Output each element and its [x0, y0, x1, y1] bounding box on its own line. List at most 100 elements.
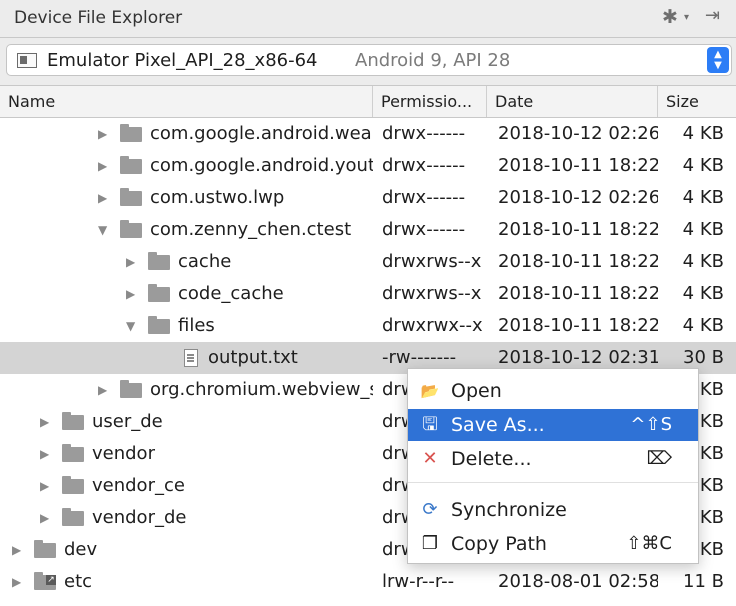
name-cell: ▶ ↗ etc [0, 566, 373, 598]
size-cell: 11 B [683, 571, 724, 592]
folder-icon [148, 252, 170, 270]
file-name: vendor_ce [92, 475, 185, 496]
size-cell: 4 KB [682, 187, 724, 208]
name-cell: ▶ dev [0, 534, 373, 566]
name-cell: ▶ com.ustwo.lwp [0, 182, 373, 214]
menu-item-synchronize[interactable]: ⟳ Synchronize [408, 494, 698, 526]
table-row[interactable]: ▶ cache drwxrws--x 2018-10-11 18:22 4 KB [0, 246, 736, 278]
permissions-cell: drwxrws--x [382, 251, 482, 272]
permissions-cell: drwx------ [382, 123, 466, 144]
device-selector-bar: Emulator Pixel_API_28_x86-64 Android 9, … [0, 38, 736, 86]
table-row[interactable]: ▼ com.zenny_chen.ctest drwx------ 2018-10-1… [0, 214, 736, 246]
name-cell: output.txt [0, 342, 373, 374]
folder-icon [120, 124, 142, 142]
dropdown-spinner-icon[interactable]: ▲ ▼ [707, 47, 729, 73]
menu-item-label: Delete... [451, 448, 532, 470]
collapsed-arrow-icon[interactable]: ▶ [126, 278, 140, 310]
collapsed-arrow-icon[interactable]: ▶ [12, 566, 26, 598]
name-cell: ▶ code_cache [0, 278, 373, 310]
file-icon [184, 349, 198, 367]
collapsed-arrow-icon[interactable]: ▶ [12, 534, 26, 566]
size-cell: 4 KB [682, 251, 724, 272]
date-cell: 2018-10-12 02:26 [498, 187, 658, 208]
file-name: code_cache [178, 283, 284, 304]
collapsed-arrow-icon[interactable]: ▶ [40, 438, 54, 470]
folder-icon [62, 444, 84, 462]
menu-item-shortcut: ^⇧S [630, 414, 672, 435]
permissions-cell: drwxrws--x [382, 283, 482, 304]
sync-icon: ⟳ [422, 499, 438, 520]
name-cell: ▶ cache [0, 246, 373, 278]
menu-item-copy-path[interactable]: ❐ Copy Path ⇧⌘C [408, 528, 698, 560]
name-cell: ▶ vendor [0, 438, 373, 470]
permissions-cell: drwx------ [382, 219, 466, 240]
collapsed-arrow-icon[interactable]: ▶ [98, 150, 112, 182]
file-name: vendor_de [92, 507, 187, 528]
collapsed-arrow-icon[interactable]: ▶ [40, 470, 54, 502]
file-name: etc [64, 571, 93, 592]
link-arrow-icon: ↗ [46, 575, 56, 585]
menu-item-delete[interactable]: ✕ Delete... ⌦ [408, 443, 698, 475]
date-cell: 2018-08-01 02:58 [498, 571, 658, 592]
file-name: files [178, 315, 215, 336]
file-name: vendor [92, 443, 155, 464]
date-cell: 2018-10-11 18:22 [498, 219, 658, 240]
collapsed-arrow-icon[interactable]: ▶ [126, 246, 140, 278]
tool-window-header: Device File Explorer ✱ ▾ ⇥ [0, 0, 736, 38]
folder-icon [62, 476, 84, 494]
table-row[interactable]: ▼ files drwxrwx--x 2018-10-11 18:22 4 KB [0, 310, 736, 342]
column-header-name[interactable]: Name [0, 86, 373, 117]
column-header-date[interactable]: Date [487, 86, 658, 117]
expanded-arrow-icon[interactable]: ▼ [98, 214, 112, 246]
folder-icon [62, 508, 84, 526]
device-version: Android 9, API 28 [355, 50, 511, 71]
size-cell: 4 KB [682, 155, 724, 176]
collapsed-arrow-icon[interactable]: ▶ [98, 118, 112, 150]
column-header-permissions[interactable]: Permissio... [373, 86, 487, 117]
table-row[interactable]: ▶ ↗ etc lrw-r--r-- 2018-08-01 02:58 11 B [0, 566, 736, 598]
delete-x-icon: ✕ [422, 448, 438, 469]
collapsed-arrow-icon[interactable]: ▶ [98, 182, 112, 214]
folder-icon [120, 188, 142, 206]
gear-icon[interactable]: ✱ [662, 6, 678, 28]
column-header-size[interactable]: Size [658, 86, 736, 117]
collapsed-arrow-icon[interactable]: ▶ [40, 502, 54, 534]
collapsed-arrow-icon[interactable]: ▶ [40, 406, 54, 438]
folder-icon [148, 316, 170, 334]
context-menu: 📂 Open 🖫 Save As... ^⇧S ✕ Delete... ⌦ ⟳ Synchroni… [407, 368, 699, 564]
menu-item-label: Copy Path [451, 533, 547, 555]
menu-item-save-as[interactable]: 🖫 Save As... ^⇧S [408, 409, 698, 441]
collapsed-arrow-icon[interactable]: ▶ [98, 374, 112, 406]
folder-icon [34, 540, 56, 558]
permissions-cell: lrw-r--r-- [382, 571, 455, 592]
file-name: com.zenny_chen.ctest [150, 219, 352, 240]
floppy-disk-icon: 🖫 [422, 414, 438, 435]
date-cell: 2018-10-11 18:22 [498, 155, 658, 176]
folder-icon [120, 156, 142, 174]
size-cell: 4 KB [682, 219, 724, 240]
table-row[interactable]: ▶ com.google.android.wearable.app drwx----… [0, 118, 736, 150]
file-name: output.txt [208, 347, 298, 368]
date-cell: 2018-10-11 18:22 [498, 251, 658, 272]
table-row[interactable]: ▶ code_cache drwxrws--x 2018-10-11 18:22 4 K… [0, 278, 736, 310]
file-name: cache [178, 251, 232, 272]
table-row[interactable]: ▶ com.ustwo.lwp drwx------ 2018-10-12 02:26… [0, 182, 736, 214]
hide-panel-icon[interactable]: ⇥ [705, 5, 720, 26]
name-cell: ▼ files [0, 310, 373, 342]
name-cell: ▶ org.chromium.webview_shell [0, 374, 373, 406]
table-row[interactable]: ▶ com.google.android.youtube drwx------ 201… [0, 150, 736, 182]
file-name: org.chromium.webview_shell [150, 379, 373, 400]
tool-window-title: Device File Explorer [14, 8, 183, 28]
menu-item-label: Open [451, 380, 502, 402]
name-cell: ▶ com.google.android.wearable.app [0, 118, 373, 150]
file-name: com.google.android.wearable.app [150, 123, 373, 144]
menu-item-label: Save As... [451, 414, 545, 436]
menu-item-open[interactable]: 📂 Open [408, 375, 698, 407]
menu-item-label: Synchronize [451, 499, 567, 521]
expanded-arrow-icon[interactable]: ▼ [126, 310, 140, 342]
menu-item-shortcut: ⌦ [646, 448, 672, 469]
device-dropdown[interactable]: Emulator Pixel_API_28_x86-64 Android 9, … [6, 44, 732, 76]
chevron-down-icon[interactable]: ▾ [684, 12, 689, 23]
folder-icon [62, 412, 84, 430]
permissions-cell: drwx------ [382, 155, 466, 176]
